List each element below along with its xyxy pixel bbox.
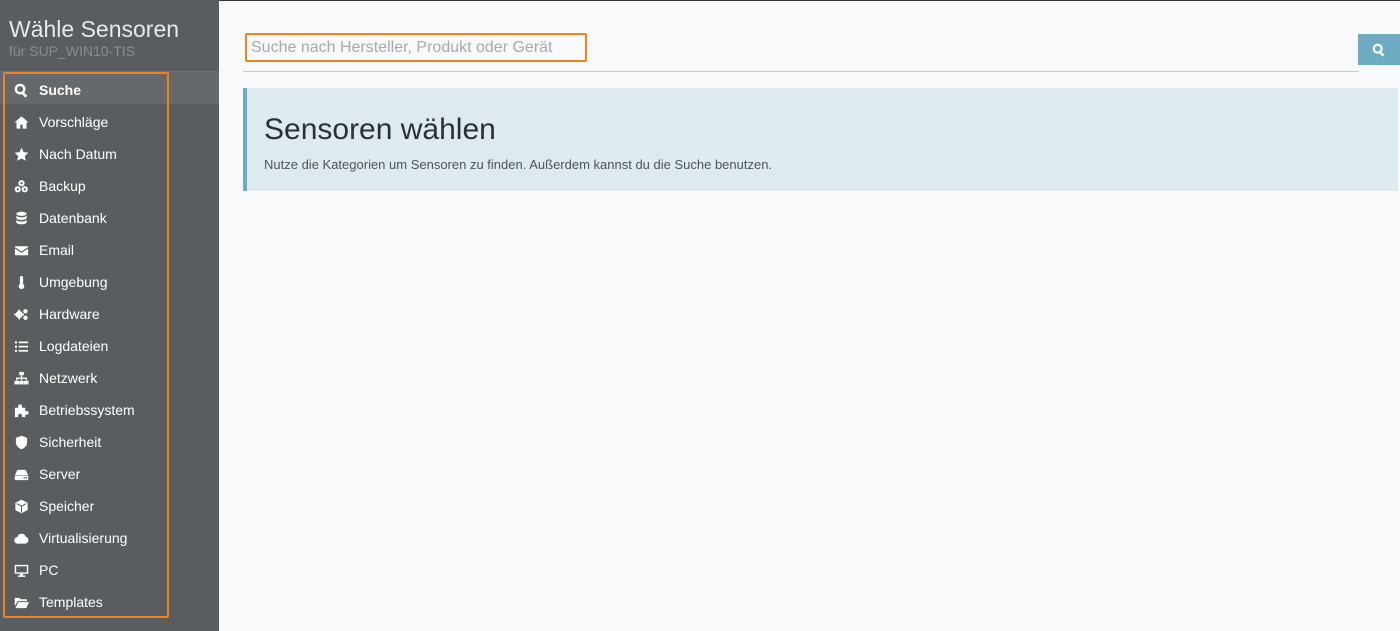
home-icon	[12, 113, 30, 131]
sidebar-item-hardware[interactable]: Hardware	[5, 298, 167, 330]
sidebar-item-betriebssystem[interactable]: Betriebssystem	[5, 394, 167, 426]
puzzle-icon	[12, 401, 30, 419]
cloud-icon	[12, 529, 30, 547]
sidebar-item-pc[interactable]: PC	[5, 554, 167, 586]
sidebar-subtitle: für SUP_WIN10-TIS	[9, 43, 136, 59]
sidebar-item-virtualisierung[interactable]: Virtualisierung	[5, 522, 167, 554]
cube-icon	[12, 497, 30, 515]
sidebar-item-label: Umgebung	[39, 274, 108, 290]
shield-icon	[12, 433, 30, 451]
sidebar: Wähle Sensoren für SUP_WIN10-TIS Suche V…	[0, 0, 219, 631]
main-content: Sensoren wählen Nutze die Kategorien um …	[219, 0, 1400, 631]
search-input[interactable]	[245, 33, 587, 62]
sidebar-item-vorschlaege[interactable]: Vorschläge	[5, 106, 167, 138]
info-text: Nutze die Kategorien um Sensoren zu find…	[264, 157, 773, 172]
sidebar-item-label: Server	[39, 466, 81, 482]
sidebar-item-label: Datenbank	[39, 210, 107, 226]
info-title: Sensoren wählen	[264, 113, 496, 146]
sidebar-item-datenbank[interactable]: Datenbank	[5, 202, 167, 234]
folder-open-icon	[12, 593, 30, 611]
cogs-icon	[12, 305, 30, 323]
sidebar-header: Wähle Sensoren für SUP_WIN10-TIS	[0, 0, 219, 72]
desktop-icon	[12, 561, 30, 579]
sidebar-item-label: PC	[39, 562, 59, 578]
sidebar-item-server[interactable]: Server	[5, 458, 167, 490]
thermometer-icon	[12, 273, 30, 291]
sidebar-item-suche[interactable]: Suche	[5, 74, 167, 106]
sidebar-item-label: Virtualisierung	[39, 530, 128, 546]
sidebar-item-label: Vorschläge	[39, 114, 109, 130]
sidebar-item-netzwerk[interactable]: Netzwerk	[5, 362, 167, 394]
sidebar-item-label: Netzwerk	[39, 370, 98, 386]
list-icon	[12, 337, 30, 355]
search-icon	[12, 81, 30, 99]
sidebar-title: Wähle Sensoren	[9, 16, 180, 42]
info-panel: Sensoren wählen Nutze die Kategorien um …	[243, 88, 1398, 191]
backup-icon	[12, 177, 30, 195]
sidebar-item-umgebung[interactable]: Umgebung	[5, 266, 167, 298]
sidebar-item-label: Templates	[39, 594, 103, 610]
envelope-icon	[12, 241, 30, 259]
sidebar-item-label: Speicher	[39, 498, 95, 514]
server-icon	[12, 465, 30, 483]
sidebar-item-logdateien[interactable]: Logdateien	[5, 330, 167, 362]
sidebar-item-label: Betriebssystem	[39, 402, 135, 418]
search-icon	[1372, 43, 1386, 57]
category-menu: Suche Vorschläge Nach Datum Backup Daten…	[3, 72, 169, 618]
sidebar-item-label: Email	[39, 242, 75, 258]
sitemap-icon	[12, 369, 30, 387]
sidebar-item-label: Sicherheit	[39, 434, 102, 450]
sidebar-item-backup[interactable]: Backup	[5, 170, 167, 202]
sidebar-item-label: Logdateien	[39, 338, 109, 354]
sidebar-item-templates[interactable]: Templates	[5, 586, 167, 618]
search-bar	[243, 33, 1359, 72]
sidebar-item-speicher[interactable]: Speicher	[5, 490, 167, 522]
database-icon	[12, 209, 30, 227]
sidebar-item-email[interactable]: Email	[5, 234, 167, 266]
search-button[interactable]	[1358, 34, 1400, 65]
sidebar-item-label: Hardware	[39, 306, 100, 322]
sidebar-item-label: Nach Datum	[39, 146, 117, 162]
sidebar-item-label: Suche	[39, 82, 82, 98]
sidebar-item-nach-datum[interactable]: Nach Datum	[5, 138, 167, 170]
sidebar-item-label: Backup	[39, 178, 86, 194]
sidebar-item-sicherheit[interactable]: Sicherheit	[5, 426, 167, 458]
star-icon	[12, 145, 30, 163]
